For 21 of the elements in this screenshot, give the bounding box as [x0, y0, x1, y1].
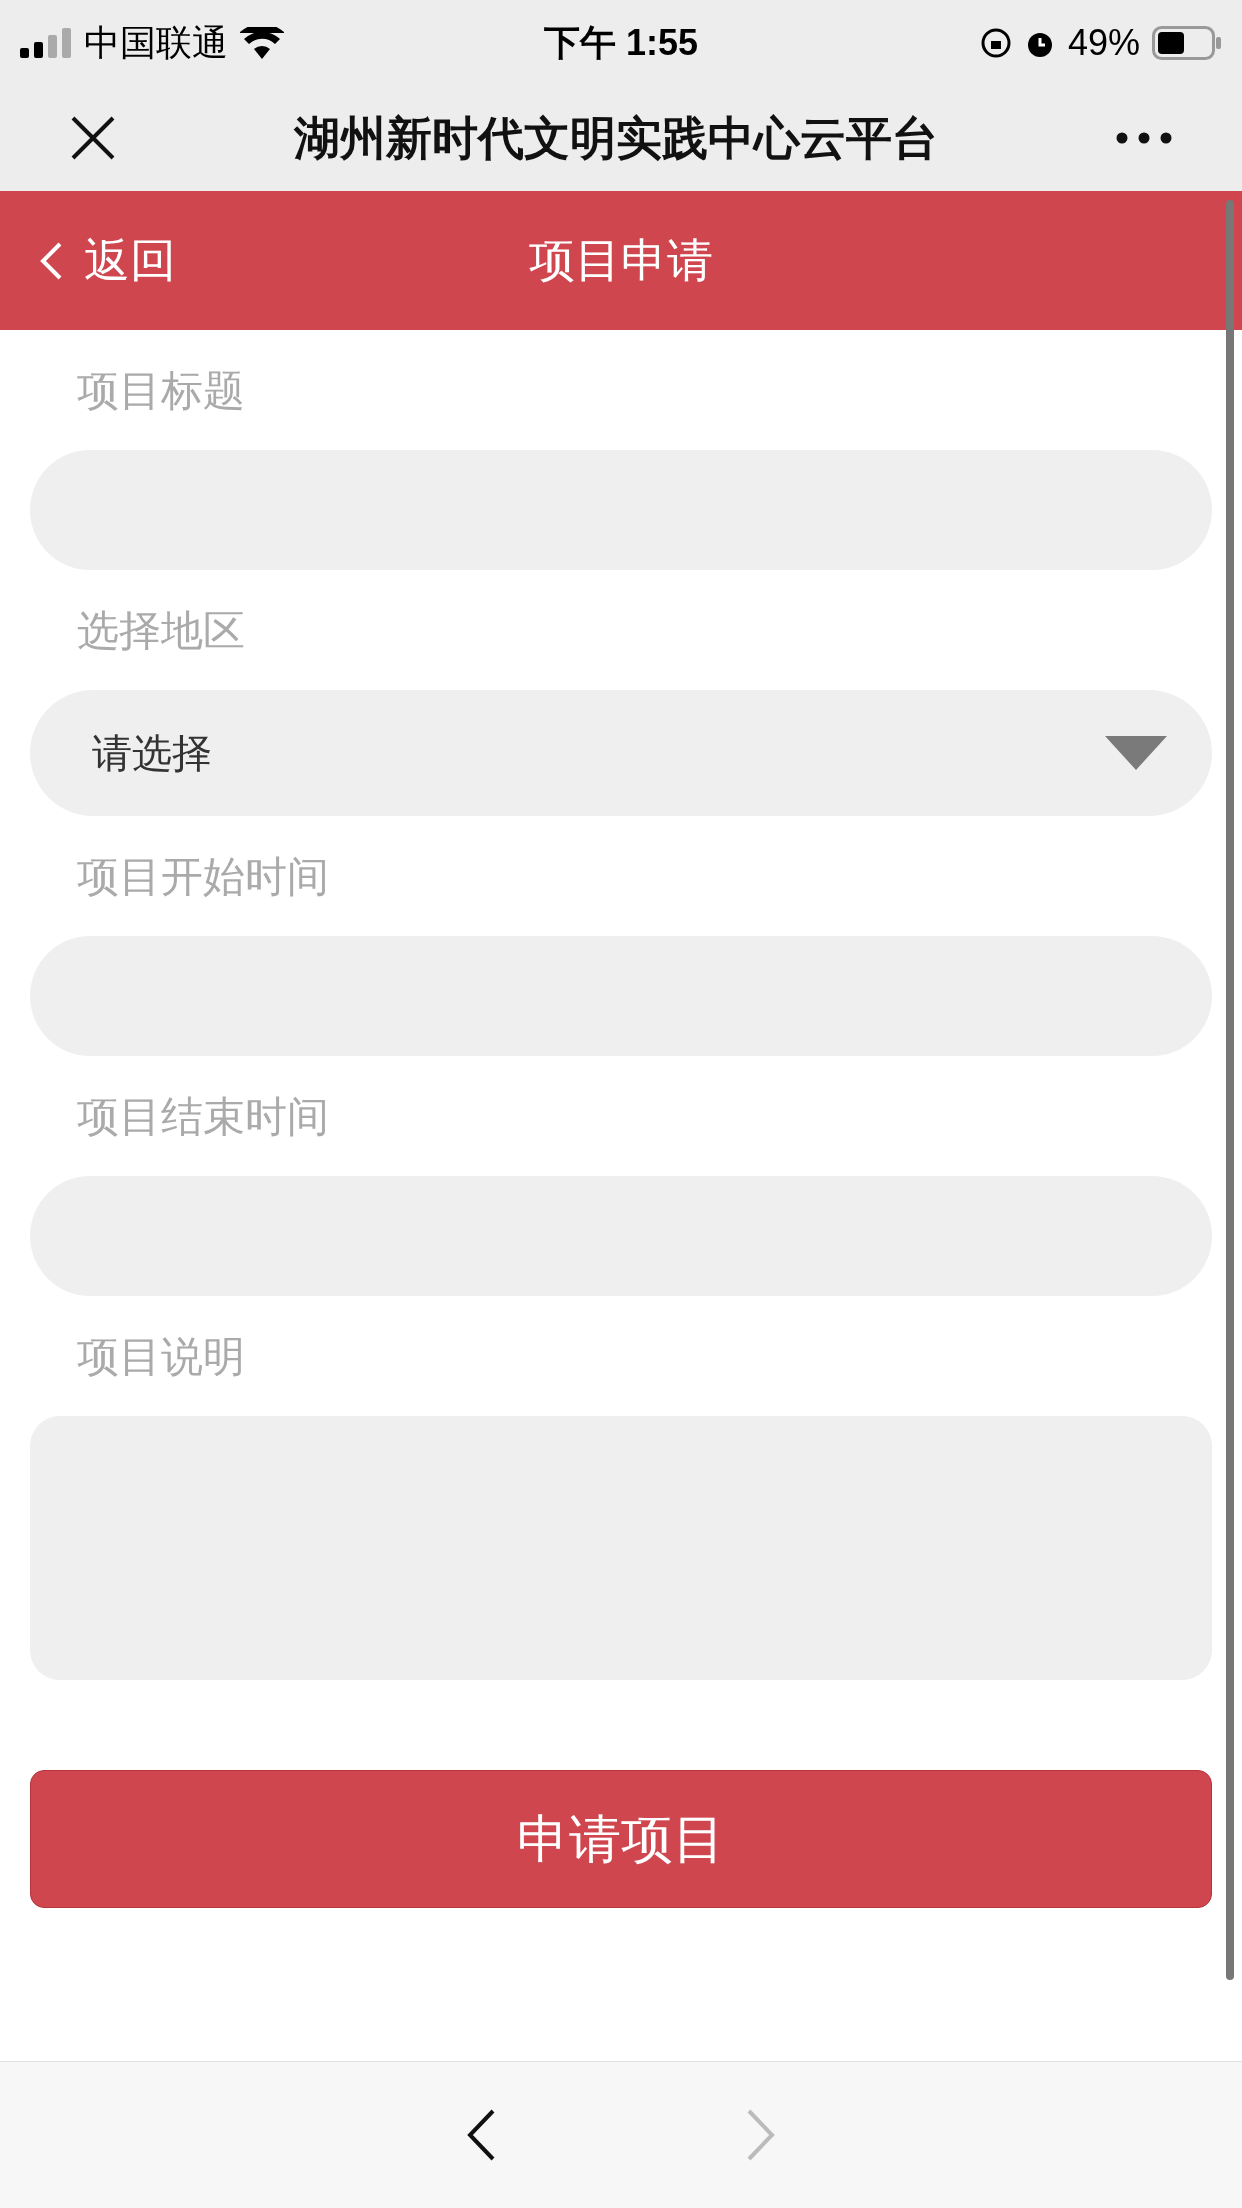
field-label: 项目开始时间: [77, 856, 329, 898]
battery-icon: [1152, 25, 1222, 60]
more-icon[interactable]: [1116, 132, 1172, 144]
page-title: 项目申请: [529, 233, 713, 288]
field-label: 项目结束时间: [77, 1096, 329, 1138]
field-label: 选择地区: [77, 610, 245, 652]
chevron-left-icon: [40, 241, 62, 280]
close-icon[interactable]: [70, 115, 116, 161]
battery-percent: 49%: [1067, 20, 1140, 65]
field-label: 项目说明: [77, 1336, 245, 1378]
back-button[interactable]: 返回: [40, 226, 176, 295]
field-label: 项目标题: [77, 370, 245, 412]
signal-icon: [20, 27, 72, 58]
carrier-name: 中国联通: [84, 20, 228, 65]
select-field[interactable]: 请选择: [30, 690, 1212, 816]
status-time: 下午 1:55: [543, 20, 699, 65]
rotation-lock-icon: [979, 26, 1012, 59]
submit-button[interactable]: 申请项目: [30, 1770, 1212, 1908]
wifi-icon: [240, 26, 284, 59]
dropdown-triangle-icon: [1105, 736, 1167, 770]
window-title: 湖州新时代文明实践中心云平台: [294, 110, 938, 166]
